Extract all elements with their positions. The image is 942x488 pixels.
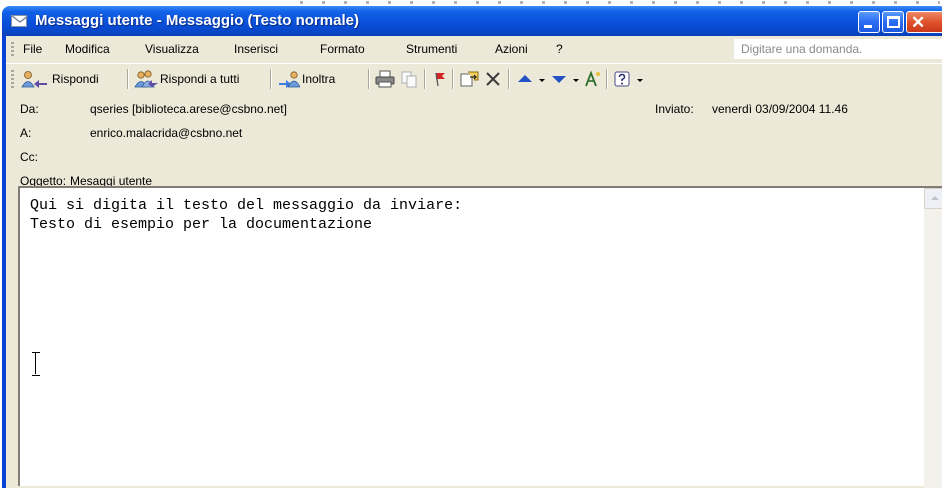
help-question-box[interactable] <box>734 39 942 59</box>
delete-x-icon <box>486 72 500 86</box>
toolbar-separator <box>127 69 129 89</box>
flag-icon <box>435 72 445 87</box>
window-title: Messaggi utente - Messaggio (Testo norma… <box>35 12 359 29</box>
menu-inserisci[interactable]: Inserisci <box>234 42 278 56</box>
menu-modifica[interactable]: Modifica <box>65 42 110 56</box>
reply-label: Rispondi <box>52 72 99 86</box>
maximize-icon <box>887 16 900 28</box>
close-button[interactable]: ✕ <box>906 11 942 33</box>
toolbar-separator <box>452 69 454 89</box>
text-cursor-icon <box>32 352 40 376</box>
printer-icon <box>375 70 395 88</box>
toolbar-separator <box>606 69 608 89</box>
menu-formato[interactable]: Formato <box>320 42 365 56</box>
previous-item-button[interactable] <box>517 68 545 90</box>
window-client: File Modifica Visualizza Inserisci Forma… <box>6 36 942 488</box>
to-label: A: <box>20 126 32 140</box>
forward-icon <box>279 71 300 88</box>
standard-toolbar: Rispondi Rispondi a tutti Inoltra <box>6 63 942 93</box>
print-button[interactable] <box>375 68 395 90</box>
envelope-icon <box>11 15 28 27</box>
scroll-up-button[interactable] <box>924 188 942 209</box>
menu-visualizza[interactable]: Visualizza <box>145 42 199 56</box>
arrow-down-icon <box>552 76 566 83</box>
address-book-button[interactable] <box>584 68 602 90</box>
move-to-folder-button[interactable] <box>460 68 480 90</box>
chevron-down-icon[interactable] <box>573 79 579 82</box>
minimize-icon <box>864 25 872 28</box>
from-label: Da: <box>20 102 39 116</box>
from-value[interactable]: qseries [biblioteca.arese@csbno.net] <box>90 102 287 116</box>
cc-label: Cc: <box>20 150 38 164</box>
delete-button[interactable] <box>484 68 502 90</box>
message-window: Messaggi utente - Messaggio (Testo norma… <box>2 6 942 488</box>
menu-bar: File Modifica Visualizza Inserisci Forma… <box>6 36 942 62</box>
menu-file[interactable]: File <box>23 42 42 56</box>
message-body-text[interactable]: Qui si digita il testo del messaggio da … <box>30 196 462 234</box>
close-icon: ✕ <box>911 13 926 32</box>
toolbar-separator <box>270 69 272 89</box>
reply-all-icon <box>134 70 158 88</box>
copy-button[interactable] <box>400 68 418 90</box>
menu-help[interactable]: ? <box>556 42 563 56</box>
vertical-scrollbar[interactable] <box>924 188 942 488</box>
arrow-up-icon <box>518 75 532 82</box>
forward-button[interactable]: Inoltra <box>278 68 335 90</box>
move-to-folder-icon <box>460 71 479 87</box>
reply-all-button[interactable]: Rispondi a tutti <box>134 68 239 90</box>
sent-value: venerdì 03/09/2004 11.46 <box>712 102 848 116</box>
message-body[interactable]: Qui si digita il testo del messaggio da … <box>18 186 942 486</box>
minimize-button[interactable] <box>858 11 880 33</box>
reply-all-label: Rispondi a tutti <box>160 72 240 86</box>
toolbar-grip[interactable] <box>11 70 14 88</box>
sent-label: Inviato: <box>655 102 694 116</box>
toolbar-separator <box>424 69 426 89</box>
title-bar[interactable]: Messaggi utente - Messaggio (Testo norma… <box>2 6 942 36</box>
follow-up-flag-button[interactable] <box>431 68 449 90</box>
chevron-down-icon[interactable] <box>539 79 545 82</box>
reply-icon <box>21 71 47 88</box>
address-book-icon <box>585 70 600 87</box>
menu-strumenti[interactable]: Strumenti <box>406 42 457 56</box>
to-value[interactable]: enrico.malacrida@csbno.net <box>90 126 242 140</box>
message-header: Da: qseries [biblioteca.arese@csbno.net]… <box>6 94 942 188</box>
copy-icon <box>401 71 417 88</box>
help-question-input[interactable] <box>735 40 942 58</box>
help-button[interactable] <box>613 68 643 90</box>
chevron-down-icon[interactable] <box>637 79 643 82</box>
toolbar-separator <box>368 69 370 89</box>
toolbar-separator <box>508 69 510 89</box>
menu-grip[interactable] <box>11 42 14 56</box>
maximize-button[interactable] <box>882 11 904 33</box>
next-item-button[interactable] <box>551 68 579 90</box>
menu-azioni[interactable]: Azioni <box>495 42 528 56</box>
help-icon <box>614 71 630 87</box>
reply-button[interactable]: Rispondi <box>20 68 99 90</box>
forward-label: Inoltra <box>302 72 336 86</box>
